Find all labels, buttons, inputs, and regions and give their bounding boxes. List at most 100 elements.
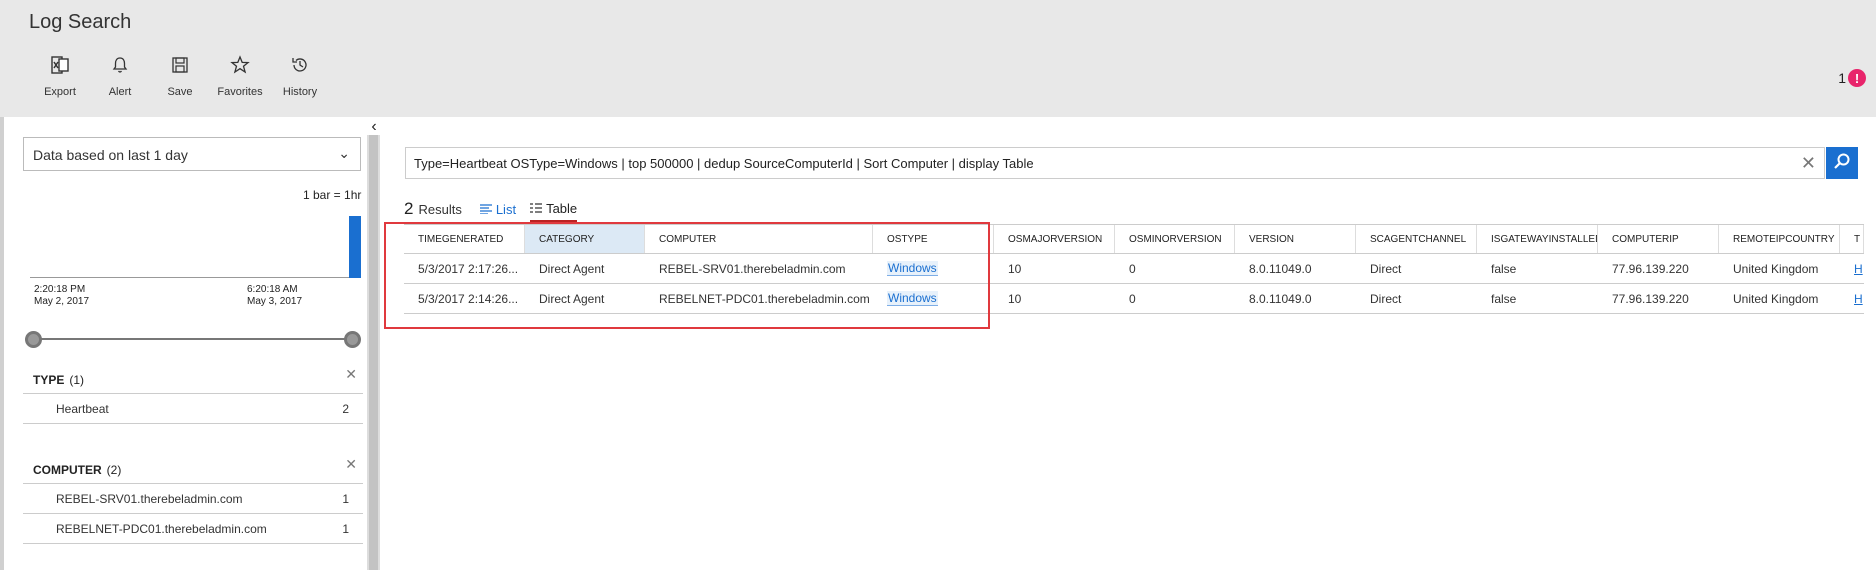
cell-computer: REBELNET-PDC01.therebeladmin.com xyxy=(659,291,870,306)
bell-icon xyxy=(110,55,130,80)
tab-table[interactable]: Table xyxy=(530,196,578,222)
column-header[interactable]: CATEGORY xyxy=(525,225,645,253)
column-header[interactable]: SCAGENTCHANNEL xyxy=(1356,225,1477,253)
table-header: TIMEGENERATED CATEGORY COMPUTER OSTYPE O… xyxy=(404,224,1864,254)
time-range-select[interactable]: Data based on last 1 day ⌄ xyxy=(23,137,361,171)
alert-label: Alert xyxy=(108,86,132,98)
tab-table-label: Table xyxy=(546,200,578,216)
column-header[interactable]: ISGATEWAYINSTALLED xyxy=(1477,225,1598,253)
facet-row-value: 1 xyxy=(342,521,349,536)
cell-remoteipcountry: United Kingdom xyxy=(1733,261,1819,276)
search-box[interactable]: Type=Heartbeat OSType=Windows | top 5000… xyxy=(405,147,1825,179)
save-button[interactable]: Save xyxy=(150,55,210,98)
tab-list-label: List xyxy=(495,201,517,217)
list-icon xyxy=(479,204,492,214)
excel-icon xyxy=(50,55,70,80)
star-icon xyxy=(230,55,250,80)
history-icon xyxy=(290,55,310,80)
export-button[interactable]: Export xyxy=(30,55,90,98)
facet-row-label: Heartbeat xyxy=(56,401,109,416)
facet-row-label: REBEL-SRV01.therebeladmin.com xyxy=(56,491,243,506)
save-icon xyxy=(170,55,190,80)
chevron-down-icon: ⌄ xyxy=(338,145,350,161)
facet-row[interactable]: REBELNET-PDC01.therebeladmin.com 1 xyxy=(23,514,363,544)
facet-row[interactable]: REBEL-SRV01.therebeladmin.com 1 xyxy=(23,484,363,514)
column-header[interactable]: COMPUTER xyxy=(645,225,873,253)
timeline-end-time: 6:20:18 AM xyxy=(247,284,298,295)
cell-truncated: H xyxy=(1840,284,1864,313)
history-button[interactable]: History xyxy=(270,55,330,98)
facet-computer-header: COMPUTER (2) xyxy=(23,456,363,484)
notifications[interactable]: 1 ! xyxy=(1838,69,1866,87)
search-icon xyxy=(1833,152,1851,175)
truncated-link[interactable]: H xyxy=(1854,262,1863,276)
timeline-start-time: 2:20:18 PM xyxy=(34,284,86,295)
page-title: Log Search xyxy=(29,11,132,33)
facet-row[interactable]: Heartbeat 2 xyxy=(23,394,363,424)
column-header[interactable]: VERSION xyxy=(1235,225,1356,253)
facet-row-value: 1 xyxy=(342,491,349,506)
left-edge xyxy=(0,117,4,570)
cell-computerip: 77.96.139.220 xyxy=(1612,291,1689,306)
close-icon[interactable]: ✕ xyxy=(345,456,357,473)
tab-list[interactable]: List xyxy=(479,196,517,222)
column-header[interactable]: REMOTEIPCOUNTRY xyxy=(1719,225,1840,253)
history-label: History xyxy=(282,86,318,98)
ostype-link[interactable]: Windows xyxy=(887,261,938,276)
favorites-button[interactable]: Favorites xyxy=(210,55,270,98)
results-count: 2 xyxy=(404,199,414,218)
cell-osminorversion: 0 xyxy=(1129,291,1136,306)
facet-type-count: (1) xyxy=(69,372,85,387)
slider-start-handle[interactable] xyxy=(25,331,42,348)
save-label: Save xyxy=(167,86,193,98)
timeline-start-date: May 2, 2017 xyxy=(34,296,90,307)
column-header[interactable]: OSMAJORVERSION xyxy=(994,225,1115,253)
results-label: Results xyxy=(418,201,462,217)
cell-ostype: Windows xyxy=(873,284,994,313)
alert-button[interactable]: Alert xyxy=(90,55,150,98)
time-range-value: Data based on last 1 day xyxy=(33,147,188,163)
table-row[interactable]: 5/3/2017 2:17:26... Direct Agent REBEL-S… xyxy=(404,254,1864,284)
table-row[interactable]: 5/3/2017 2:14:26... Direct Agent REBELNE… xyxy=(404,284,1864,314)
clear-icon[interactable]: ✕ xyxy=(1801,153,1816,174)
notification-count: 1 xyxy=(1838,70,1846,86)
slider-end-handle[interactable] xyxy=(344,331,361,348)
facet-row-value: 2 xyxy=(342,401,349,416)
export-label: Export xyxy=(44,86,76,98)
left-panel-scrollbar[interactable] xyxy=(367,135,380,570)
cell-isgatewayinstalled: false xyxy=(1491,261,1517,276)
cell-osminorversion: 0 xyxy=(1129,261,1136,276)
bar-legend: 1 bar = 1hr xyxy=(303,188,362,202)
cell-osmajorversion: 10 xyxy=(1008,291,1022,306)
ostype-link[interactable]: Windows xyxy=(887,291,938,306)
timeline-start: 2:20:18 PM May 2, 2017 xyxy=(34,284,89,308)
results-table: TIMEGENERATED CATEGORY COMPUTER OSTYPE O… xyxy=(404,224,1864,314)
column-header[interactable]: T xyxy=(1840,225,1864,253)
facet-type-header: TYPE (1) xyxy=(23,366,363,394)
column-header[interactable]: COMPUTERIP xyxy=(1598,225,1719,253)
cell-timegenerated: 5/3/2017 2:14:26... xyxy=(418,291,519,306)
histogram-bar xyxy=(349,216,362,278)
cell-osmajorversion: 10 xyxy=(1008,261,1022,276)
cell-computer: REBEL-SRV01.therebeladmin.com xyxy=(659,261,846,276)
column-header[interactable]: OSMINORVERSION xyxy=(1115,225,1235,253)
results-bar: 2 Results List Table xyxy=(404,196,591,222)
cell-truncated: H xyxy=(1840,254,1864,283)
histogram-chart xyxy=(30,210,362,278)
scrollbar-thumb[interactable] xyxy=(369,135,378,570)
favorites-label: Favorites xyxy=(217,86,263,98)
time-range-slider[interactable] xyxy=(33,338,353,340)
cell-computerip: 77.96.139.220 xyxy=(1612,261,1689,276)
column-header[interactable]: TIMEGENERATED xyxy=(404,225,525,253)
search-query[interactable]: Type=Heartbeat OSType=Windows | top 5000… xyxy=(414,156,1034,171)
close-icon[interactable]: ✕ xyxy=(345,366,357,383)
facet-computer-count: (2) xyxy=(106,462,122,477)
column-header[interactable]: OSTYPE xyxy=(873,225,994,253)
cell-version: 8.0.11049.0 xyxy=(1249,291,1312,306)
facet-type-title: TYPE xyxy=(33,372,65,387)
cell-remoteipcountry: United Kingdom xyxy=(1733,291,1819,306)
table-icon xyxy=(530,203,543,213)
cell-timegenerated: 5/3/2017 2:17:26... xyxy=(418,261,519,276)
search-button[interactable] xyxy=(1826,147,1858,179)
truncated-link[interactable]: H xyxy=(1854,292,1863,306)
